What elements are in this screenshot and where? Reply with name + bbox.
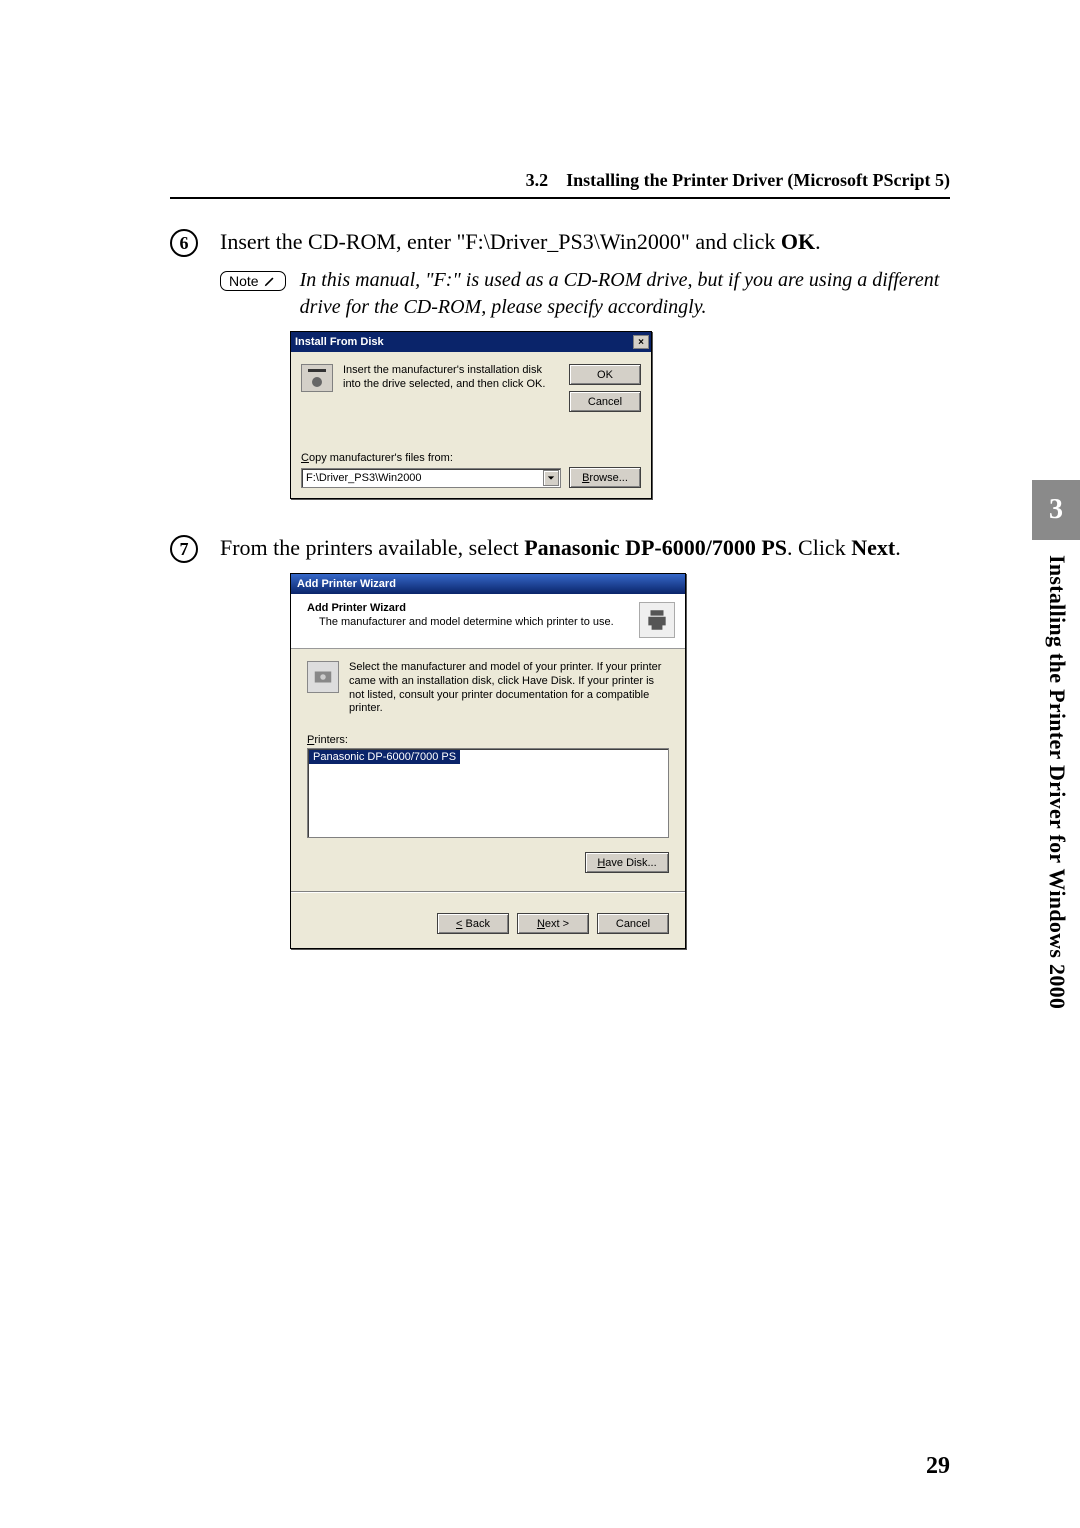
- dialog1-message: Insert the manufacturer's installation d…: [343, 364, 559, 412]
- pencil-icon: [263, 274, 277, 288]
- path-value: F:\Driver_PS3\Win2000: [306, 472, 422, 484]
- header-rule: [170, 197, 950, 199]
- step-7-text-after: .: [895, 535, 901, 560]
- dialog1-titlebar: Install From Disk ×: [291, 332, 651, 352]
- floppy-disk-icon: [301, 364, 333, 392]
- printers-listbox[interactable]: Panasonic DP-6000/7000 PS: [307, 748, 669, 838]
- page-number: 29: [926, 1453, 950, 1480]
- back-label: Back: [456, 918, 490, 930]
- path-combobox[interactable]: F:\Driver_PS3\Win2000: [301, 468, 561, 488]
- ok-button[interactable]: OK: [569, 364, 641, 385]
- step-7-text-mid: . Click: [787, 535, 851, 560]
- have-disk-button[interactable]: Have Disk...: [585, 852, 669, 873]
- printer-disk-icon: [307, 661, 339, 693]
- wizard-info-text: Select the manufacturer and model of you…: [349, 661, 669, 716]
- chapter-title-vertical: Installing the Printer Driver for Window…: [1044, 555, 1070, 1009]
- copy-from-label: Copy manufacturer's files from:: [301, 452, 641, 464]
- step-6-text-before: Insert the CD-ROM, enter "F:\Driver_PS3\…: [220, 229, 781, 254]
- step-6-text-after: .: [815, 229, 821, 254]
- printer-icon: [639, 602, 675, 638]
- cancel-button[interactable]: Cancel: [569, 391, 641, 412]
- step-6-text: Insert the CD-ROM, enter "F:\Driver_PS3\…: [220, 227, 821, 257]
- note-badge: Note: [220, 271, 286, 291]
- dialog2-titlebar: Add Printer Wizard: [291, 574, 685, 594]
- step-7-marker: 7: [170, 535, 198, 563]
- step-6-marker: 6: [170, 229, 198, 257]
- note-label: Note: [229, 273, 259, 289]
- printers-label: Printers:: [307, 734, 669, 746]
- section-title: Installing the Printer Driver (Microsoft…: [566, 170, 950, 191]
- next-button[interactable]: Next: [517, 913, 589, 934]
- install-from-disk-dialog: Install From Disk × Insert the manufactu…: [290, 331, 652, 499]
- close-icon[interactable]: ×: [633, 335, 649, 349]
- dialog1-title: Install From Disk: [295, 336, 384, 348]
- step-7-text-before: From the printers available, select: [220, 535, 524, 560]
- step-7-text: From the printers available, select Pana…: [220, 533, 901, 563]
- back-button[interactable]: Back: [437, 913, 509, 934]
- next-label: Next: [537, 918, 569, 930]
- step-6-bold-ok: OK: [781, 229, 815, 254]
- dialog2-title: Add Printer Wizard: [297, 578, 396, 590]
- wizard-header-title: Add Printer Wizard: [307, 602, 614, 614]
- chevron-down-icon[interactable]: [543, 470, 559, 486]
- add-printer-wizard-dialog: Add Printer Wizard Add Printer Wizard Th…: [290, 573, 686, 949]
- step-7-bold-printer: Panasonic DP-6000/7000 PS: [524, 535, 787, 560]
- browse-label: Browse...: [582, 472, 628, 484]
- section-number: 3.2: [526, 170, 549, 191]
- separator: [291, 891, 685, 893]
- note-text: In this manual, "F:" is used as a CD-ROM…: [300, 267, 950, 321]
- browse-button[interactable]: Browse...: [569, 467, 641, 488]
- list-item[interactable]: Panasonic DP-6000/7000 PS: [309, 750, 460, 764]
- chapter-tab: 3: [1032, 480, 1080, 540]
- step-7-bold-next: Next: [851, 535, 895, 560]
- wizard-header-sub: The manufacturer and model determine whi…: [307, 616, 614, 628]
- cancel-button[interactable]: Cancel: [597, 913, 669, 934]
- have-disk-label: Have Disk...: [597, 857, 656, 869]
